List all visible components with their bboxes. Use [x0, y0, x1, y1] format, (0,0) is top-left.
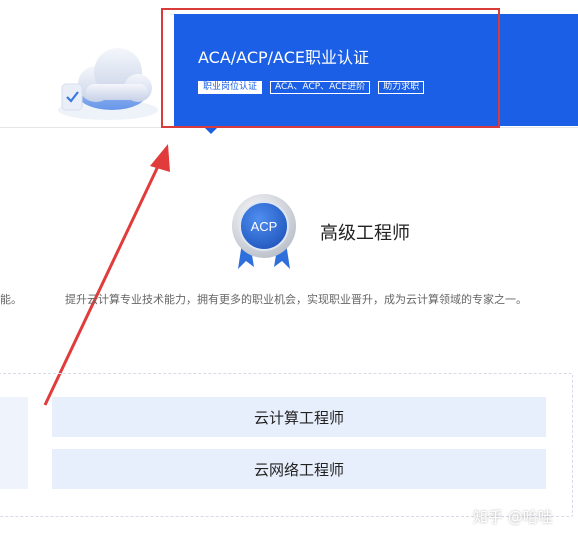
acp-title: 高级工程师	[320, 223, 410, 244]
job-cloud-network-engineer[interactable]: 云网络工程师	[52, 449, 546, 489]
job-options-container	[0, 373, 573, 517]
previous-job-card	[0, 397, 28, 489]
watermark: 知乎 @哈哇	[473, 508, 553, 526]
acp-medal-icon: ACP	[232, 194, 296, 269]
job-cloud-computing-engineer[interactable]: 云计算工程师	[52, 397, 546, 437]
acp-badge-text: ACP	[251, 219, 278, 234]
acp-description: 提升云计算专业技术能力，拥有更多的职业机会，实现职业晋升，成为云计算领域的专家之…	[65, 293, 527, 306]
previous-description-fragment: 能。	[0, 293, 22, 306]
